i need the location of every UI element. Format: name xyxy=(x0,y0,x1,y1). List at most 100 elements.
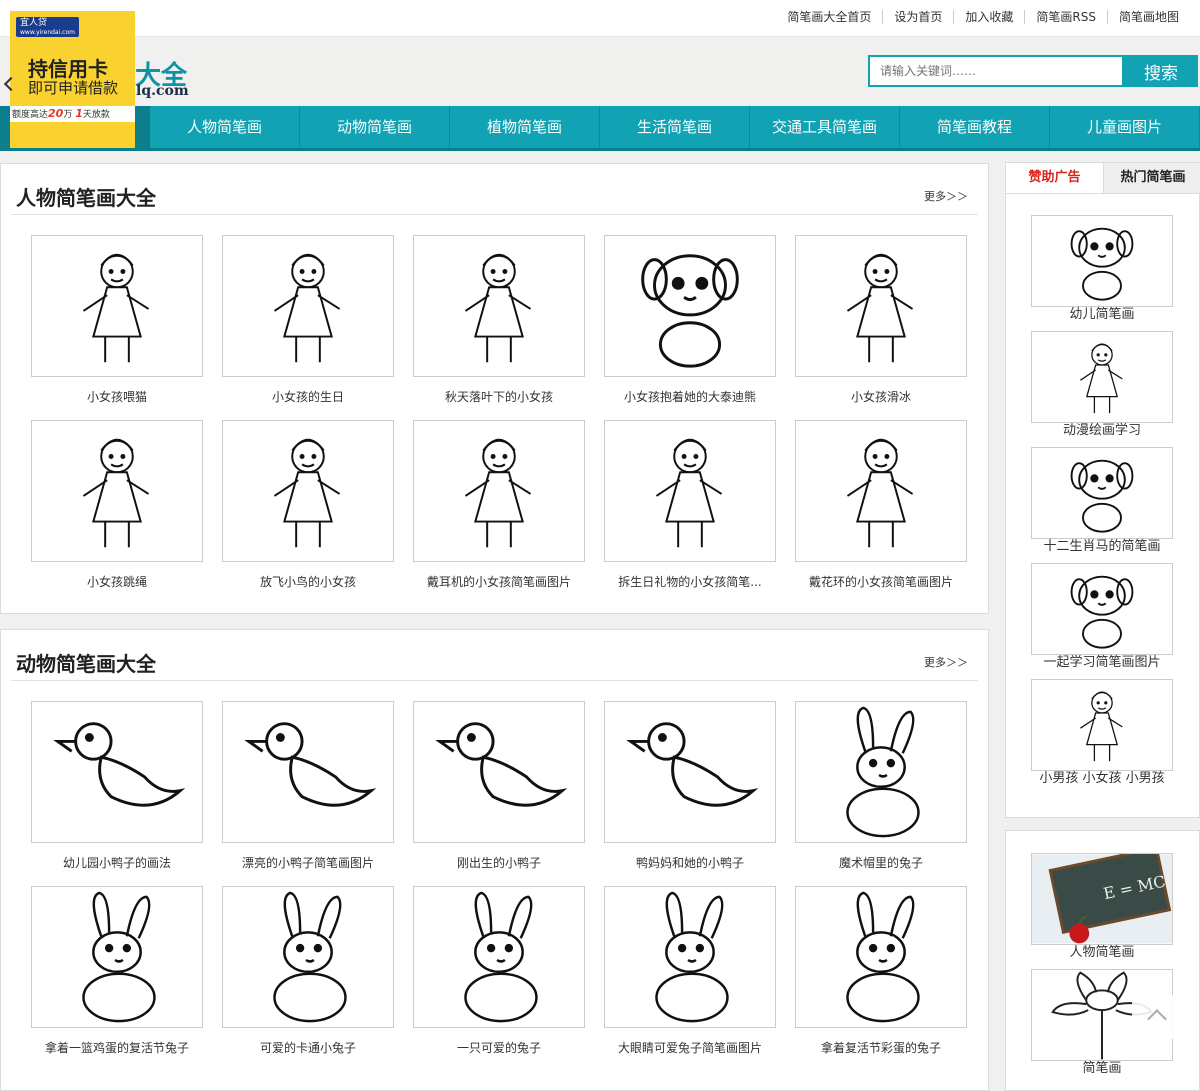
drawing-caption[interactable]: 戴耳机的小女孩简笔画图片 xyxy=(413,573,585,590)
drawing-caption[interactable]: 漂亮的小鸭子简笔画图片 xyxy=(222,854,394,871)
drawing-caption[interactable]: 鸭妈妈和她的小鸭子 xyxy=(604,854,776,871)
drawing-thumbnail[interactable] xyxy=(222,886,394,1028)
side-thumbnail[interactable] xyxy=(1031,563,1173,655)
drawing-thumbnail[interactable] xyxy=(222,701,394,843)
toplink-rss[interactable]: 简笔画RSS xyxy=(1024,10,1107,24)
drawing-caption[interactable]: 幼儿园小鸭子的画法 xyxy=(31,854,203,871)
drawing-caption[interactable]: 大眼睛可爱兔子简笔画图片 xyxy=(604,1039,776,1056)
drawing-image xyxy=(641,254,739,368)
toplink-add-favorite[interactable]: 加入收藏 xyxy=(953,10,1024,24)
drawing-image xyxy=(846,706,920,838)
drawing-caption[interactable]: 一只可爱的兔子 xyxy=(413,1039,585,1056)
more-link[interactable]: 更多＞＞ xyxy=(924,188,968,204)
nav-item-people[interactable]: 人物简笔画 xyxy=(150,106,300,148)
top-links-bar: 简笔画大全首页 设为首页 加入收藏 简笔画RSS 简笔画地图 xyxy=(0,0,1200,37)
side-thumbnail[interactable] xyxy=(1031,215,1173,307)
nav-item-vehicles[interactable]: 交通工具简笔画 xyxy=(750,106,900,148)
drawing-caption[interactable]: 拿着一篮鸡蛋的复活节兔子 xyxy=(31,1039,203,1056)
back-to-top-button[interactable] xyxy=(1132,995,1182,1039)
side-item[interactable]: 一起学习简笔画图片 xyxy=(1031,563,1173,671)
drawing-thumbnail[interactable] xyxy=(31,235,203,377)
side-caption[interactable]: 人物简笔画 xyxy=(1031,945,1173,961)
drawing-image xyxy=(82,891,156,1023)
drawing-caption[interactable]: 魔术帽里的兔子 xyxy=(795,854,967,871)
drawing-thumbnail[interactable] xyxy=(795,886,967,1028)
search-button[interactable]: 搜索 xyxy=(1124,55,1198,87)
drawing-caption[interactable]: 小女孩跳绳 xyxy=(31,573,203,590)
drawing-thumbnail[interactable] xyxy=(604,886,776,1028)
drawing-caption[interactable]: 可爱的卡通小兔子 xyxy=(222,1039,394,1056)
drawing-image xyxy=(244,722,377,807)
drawing-caption[interactable]: 刚出生的小鸭子 xyxy=(413,854,585,871)
tab-hot-drawings[interactable]: 热门简笔画 xyxy=(1103,163,1200,193)
drawing-thumbnail[interactable] xyxy=(31,420,203,562)
drawing-thumbnail[interactable] xyxy=(222,235,394,377)
drawing-caption[interactable]: 拿着复活节彩蛋的兔子 xyxy=(795,1039,967,1056)
ad-subtitle: 即可申请借款 xyxy=(28,79,119,97)
drawing-image xyxy=(1070,575,1134,649)
drawing-thumbnail[interactable] xyxy=(413,235,585,377)
side-caption[interactable]: 简笔画 xyxy=(1031,1061,1173,1077)
search-input[interactable] xyxy=(868,55,1124,87)
sidebar-recommend: E = MC² 人物简笔画 简笔画 xyxy=(1005,830,1200,1091)
drawing-thumbnail[interactable] xyxy=(604,701,776,843)
drawing-thumbnail[interactable] xyxy=(222,420,394,562)
side-item[interactable]: 小男孩 小女孩 小男孩 xyxy=(1031,679,1173,787)
toplink-home[interactable]: 简笔画大全首页 xyxy=(776,10,882,24)
nav-item-life[interactable]: 生活简笔画 xyxy=(600,106,750,148)
side-item[interactable]: 十二生肖马的简笔画 xyxy=(1031,447,1173,555)
drawing-thumbnail[interactable] xyxy=(795,701,967,843)
nav-item-animals[interactable]: 动物简笔画 xyxy=(300,106,450,148)
side-thumbnail[interactable]: E = MC² xyxy=(1031,853,1173,945)
drawing-thumbnail[interactable] xyxy=(413,420,585,562)
drawing-caption[interactable]: 小女孩的生日 xyxy=(222,388,394,405)
nav-item-plants[interactable]: 植物简笔画 xyxy=(450,106,600,148)
drawing-caption[interactable]: 拆生日礼物的小女孩简笔... xyxy=(604,573,776,590)
drawing-caption[interactable]: 小女孩滑冰 xyxy=(795,388,967,405)
drawing-image xyxy=(655,891,729,1023)
site-logo-domain[interactable]: lq.com xyxy=(136,83,189,99)
chevron-up-icon xyxy=(1147,1009,1167,1029)
side-thumbnail[interactable] xyxy=(1031,679,1173,771)
drawing-thumbnail[interactable] xyxy=(604,420,776,562)
drawing-caption[interactable]: 秋天落叶下的小女孩 xyxy=(413,388,585,405)
drawing-image xyxy=(1080,343,1123,414)
ad-terms: 额度高达20万 1天放款 xyxy=(10,106,135,122)
more-link[interactable]: 更多＞＞ xyxy=(924,654,968,670)
side-caption[interactable]: 小男孩 小女孩 小男孩 xyxy=(1031,771,1173,787)
drawing-thumbnail[interactable] xyxy=(31,701,203,843)
drawing-thumbnail[interactable] xyxy=(31,886,203,1028)
drawing-image xyxy=(464,891,538,1023)
drawing-thumbnail[interactable] xyxy=(795,420,967,562)
side-item[interactable]: 幼儿简笔画 xyxy=(1031,215,1173,323)
side-caption[interactable]: 一起学习简笔画图片 xyxy=(1031,655,1173,671)
tab-sponsored-ads[interactable]: 赞助广告 xyxy=(1006,163,1103,193)
drawing-thumbnail[interactable] xyxy=(795,235,967,377)
section-animals: 动物简笔画大全 更多＞＞ 幼儿园小鸭子的画法 漂亮的小鸭子简笔画图片 刚出生的小鸭子… xyxy=(0,629,989,1091)
drawing-image xyxy=(464,253,532,363)
search-box: 搜索 xyxy=(868,55,1198,87)
drawing-image xyxy=(1070,227,1134,301)
nav-item-kids-drawings[interactable]: 儿童画图片 xyxy=(1050,106,1200,148)
toplink-sitemap[interactable]: 简笔画地图 xyxy=(1106,10,1190,24)
sidebar-hot: 赞助广告 热门简笔画 幼儿简笔画动漫绘画学习 十二生肖马的简笔画 一起学习简笔画图片… xyxy=(1005,162,1200,818)
drawing-thumbnail[interactable] xyxy=(413,701,585,843)
side-caption[interactable]: 幼儿简笔画 xyxy=(1031,307,1173,323)
side-thumbnail[interactable] xyxy=(1031,447,1173,539)
nav-item-tutorials[interactable]: 简笔画教程 xyxy=(900,106,1050,148)
drawing-thumbnail[interactable] xyxy=(604,235,776,377)
side-item[interactable]: 动漫绘画学习 xyxy=(1031,331,1173,439)
floating-ad-banner[interactable]: 宜人贷 www.yirendai.com 持信用卡 即可申请借款 额度高达20万 … xyxy=(3,11,135,148)
side-thumbnail[interactable] xyxy=(1031,331,1173,423)
drawing-caption[interactable]: 放飞小鸟的小女孩 xyxy=(222,573,394,590)
drawing-caption[interactable]: 戴花环的小女孩简笔画图片 xyxy=(795,573,967,590)
drawing-caption[interactable]: 小女孩抱着她的大泰迪熊 xyxy=(604,388,776,405)
toplink-set-homepage[interactable]: 设为首页 xyxy=(882,10,953,24)
drawing-thumbnail[interactable] xyxy=(413,886,585,1028)
section-people: 人物简笔画大全 更多＞＞ 小女孩喂猫 小女孩的生日 秋天落叶下的小女孩 小女孩抱着她的… xyxy=(0,163,989,614)
side-caption[interactable]: 十二生肖马的简笔画 xyxy=(1031,539,1173,555)
side-item[interactable]: E = MC² 人物简笔画 xyxy=(1031,853,1173,961)
drawing-caption[interactable]: 小女孩喂猫 xyxy=(31,388,203,405)
drawing-image xyxy=(846,438,914,548)
side-caption[interactable]: 动漫绘画学习 xyxy=(1031,423,1173,439)
